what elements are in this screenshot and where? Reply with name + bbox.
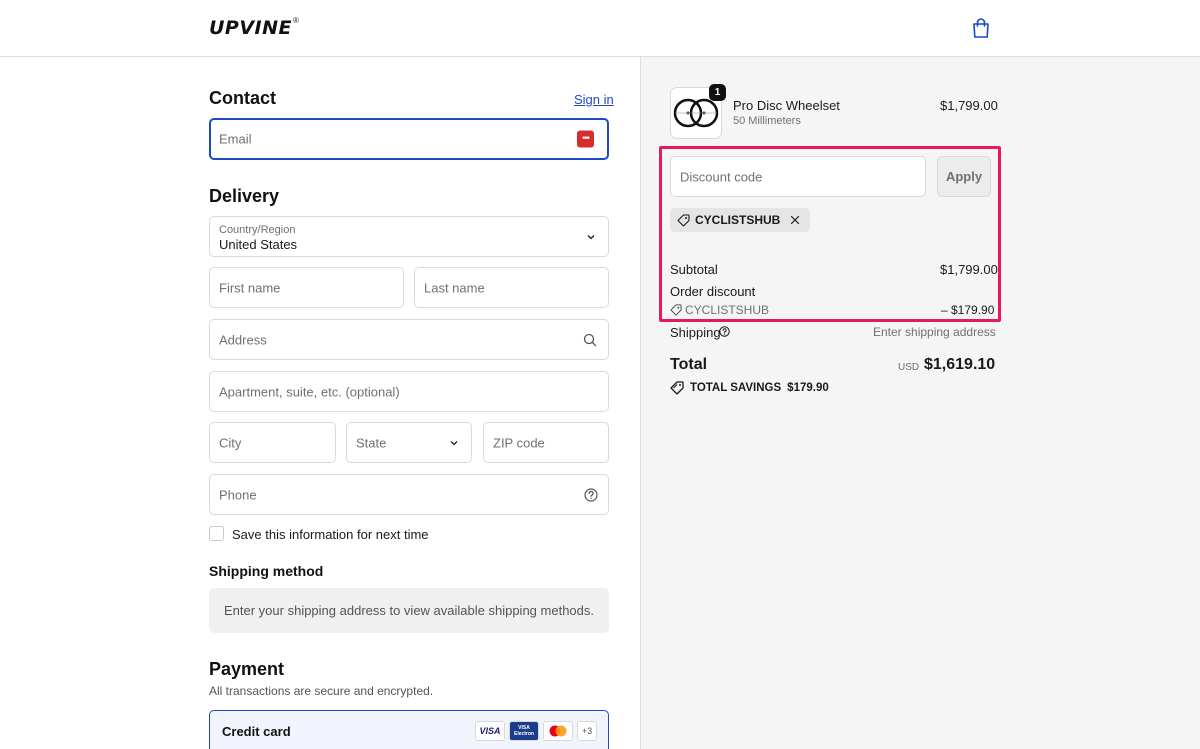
credit-card-option[interactable]: Credit card VISA VISA Electron +3 (209, 710, 609, 749)
order-discount-value: – $179.90 (941, 303, 995, 317)
logo-registered-mark: ® (293, 15, 299, 25)
delivery-heading: Delivery (209, 186, 280, 206)
quantity-badge: 1 (709, 84, 726, 101)
city-field[interactable]: City (209, 422, 336, 463)
savings-tag-icon (670, 381, 684, 395)
discount-code-field[interactable]: Discount code (670, 156, 926, 197)
logo-text: UPVINE (209, 17, 293, 39)
last-name-placeholder: Last name (424, 280, 485, 295)
apartment-placeholder: Apartment, suite, etc. (optional) (219, 384, 400, 399)
first-name-placeholder: First name (219, 280, 281, 295)
city-placeholder: City (219, 435, 242, 450)
apartment-field[interactable]: Apartment, suite, etc. (optional) (209, 371, 609, 412)
order-discount-code: CYCLISTSHUB (685, 303, 770, 317)
discount-code-placeholder: Discount code (680, 169, 763, 184)
first-name-field[interactable]: First name (209, 267, 404, 308)
applied-discount-code: CYCLISTSHUB (695, 213, 781, 227)
email-placeholder: Email (219, 131, 252, 147)
tag-icon (670, 304, 682, 316)
product-variant: 50 Millimeters (733, 115, 801, 127)
zip-placeholder: ZIP code (493, 435, 545, 450)
shopping-bag-icon[interactable] (971, 17, 991, 39)
more-cards-badge: +3 (577, 721, 597, 741)
shipping-method-heading: Shipping method (209, 563, 324, 579)
tag-icon (677, 213, 690, 227)
total-label: Total (670, 356, 708, 373)
total-currency: USD (898, 362, 920, 373)
total-savings-value: $179.90 (787, 382, 829, 394)
search-icon (583, 333, 597, 347)
state-select[interactable]: State (346, 422, 472, 463)
address-field[interactable]: Address (209, 319, 609, 360)
mastercard-icon (543, 721, 573, 741)
total-value: $1,619.10 (924, 356, 996, 373)
shipping-value: Enter shipping address (873, 325, 996, 339)
state-placeholder: State (356, 435, 387, 450)
sign-in-link[interactable]: Sign in (574, 92, 614, 107)
zip-field[interactable]: ZIP code (483, 422, 609, 463)
visa-icon: VISA (475, 721, 505, 741)
country-label: Country/Region (219, 224, 296, 236)
phone-field[interactable]: Phone (209, 474, 609, 515)
phone-placeholder: Phone (219, 487, 257, 502)
subtotal-label: Subtotal (670, 262, 718, 277)
upvine-logo[interactable]: UPVINE ® (209, 15, 299, 41)
total-savings: TOTAL SAVINGS $179.90 (670, 381, 829, 395)
payment-heading: Payment (209, 659, 285, 679)
password-manager-icon[interactable]: ••• (577, 130, 594, 148)
shipping-method-message: Enter your shipping address to view avai… (209, 588, 609, 633)
product-price: $1,799.00 (940, 98, 998, 113)
applied-discount-tag: CYCLISTSHUB (670, 208, 811, 232)
save-info-label: Save this information for next time (232, 527, 429, 542)
payment-subtitle: All transactions are secure and encrypte… (209, 684, 434, 698)
help-icon[interactable] (719, 326, 730, 337)
save-info-checkbox[interactable] (209, 526, 224, 541)
last-name-field[interactable]: Last name (414, 267, 609, 308)
help-icon[interactable] (584, 488, 598, 502)
email-field[interactable]: Email ••• (209, 118, 609, 160)
credit-card-label: Credit card (222, 724, 291, 739)
chevron-down-icon (587, 234, 595, 239)
header: UPVINE ® (0, 0, 1200, 57)
product-name: Pro Disc Wheelset (733, 98, 840, 113)
chevron-down-icon (450, 440, 458, 445)
close-icon[interactable] (789, 214, 801, 226)
shipping-label: Shipping (670, 325, 721, 340)
total-savings-label: TOTAL SAVINGS (690, 382, 782, 394)
visa-electron-icon: VISA Electron (509, 721, 539, 741)
apply-button[interactable]: Apply (937, 156, 991, 197)
address-placeholder: Address (219, 332, 267, 347)
country-value: United States (219, 237, 298, 252)
country-select[interactable]: Country/Region United States (209, 216, 609, 257)
subtotal-value: $1,799.00 (940, 262, 998, 277)
order-discount-label: Order discount (670, 284, 756, 299)
contact-heading: Contact (209, 88, 276, 108)
